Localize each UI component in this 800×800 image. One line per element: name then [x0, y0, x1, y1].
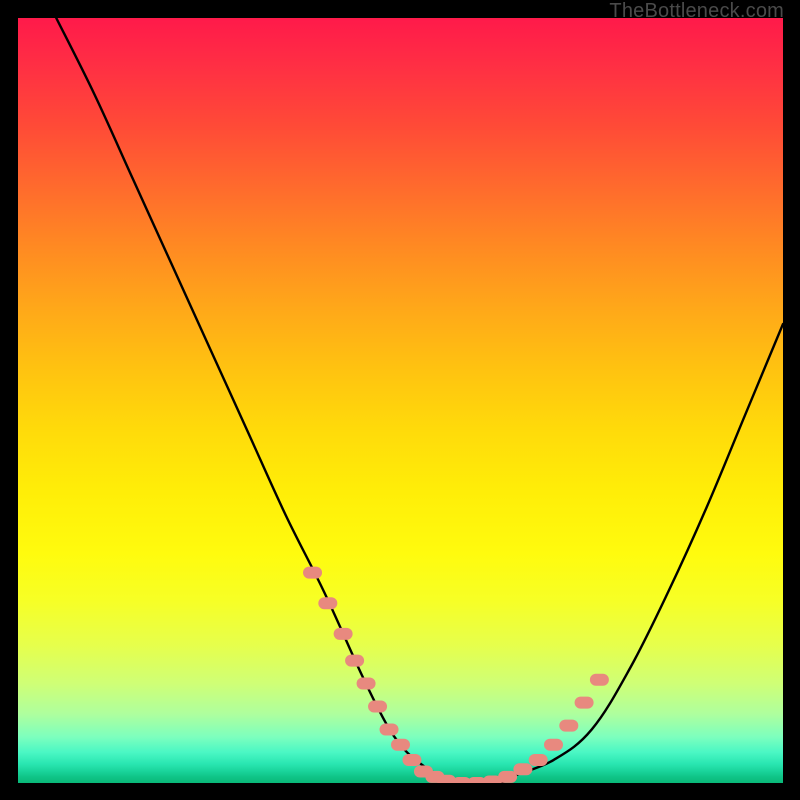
chart-container: TheBottleneck.com [0, 0, 800, 800]
highlight-dot [498, 771, 517, 783]
highlight-dot [544, 739, 563, 751]
highlight-dot [380, 723, 399, 735]
highlight-dot [575, 697, 594, 709]
highlight-dot [513, 763, 532, 775]
highlight-dot [303, 567, 322, 579]
watermark-text: TheBottleneck.com [609, 0, 784, 23]
plot-area [18, 18, 783, 783]
highlight-dot [391, 739, 410, 751]
highlight-dot [357, 678, 376, 690]
bottleneck-curve [56, 18, 783, 783]
highlight-dot [402, 754, 421, 766]
highlight-dot [590, 674, 609, 686]
highlight-dot [529, 754, 548, 766]
highlight-dot [345, 655, 364, 667]
highlight-dot [334, 628, 353, 640]
highlight-dot [318, 597, 337, 609]
highlight-dot [559, 720, 578, 732]
highlight-dot [368, 701, 387, 713]
curve-layer [18, 18, 783, 783]
